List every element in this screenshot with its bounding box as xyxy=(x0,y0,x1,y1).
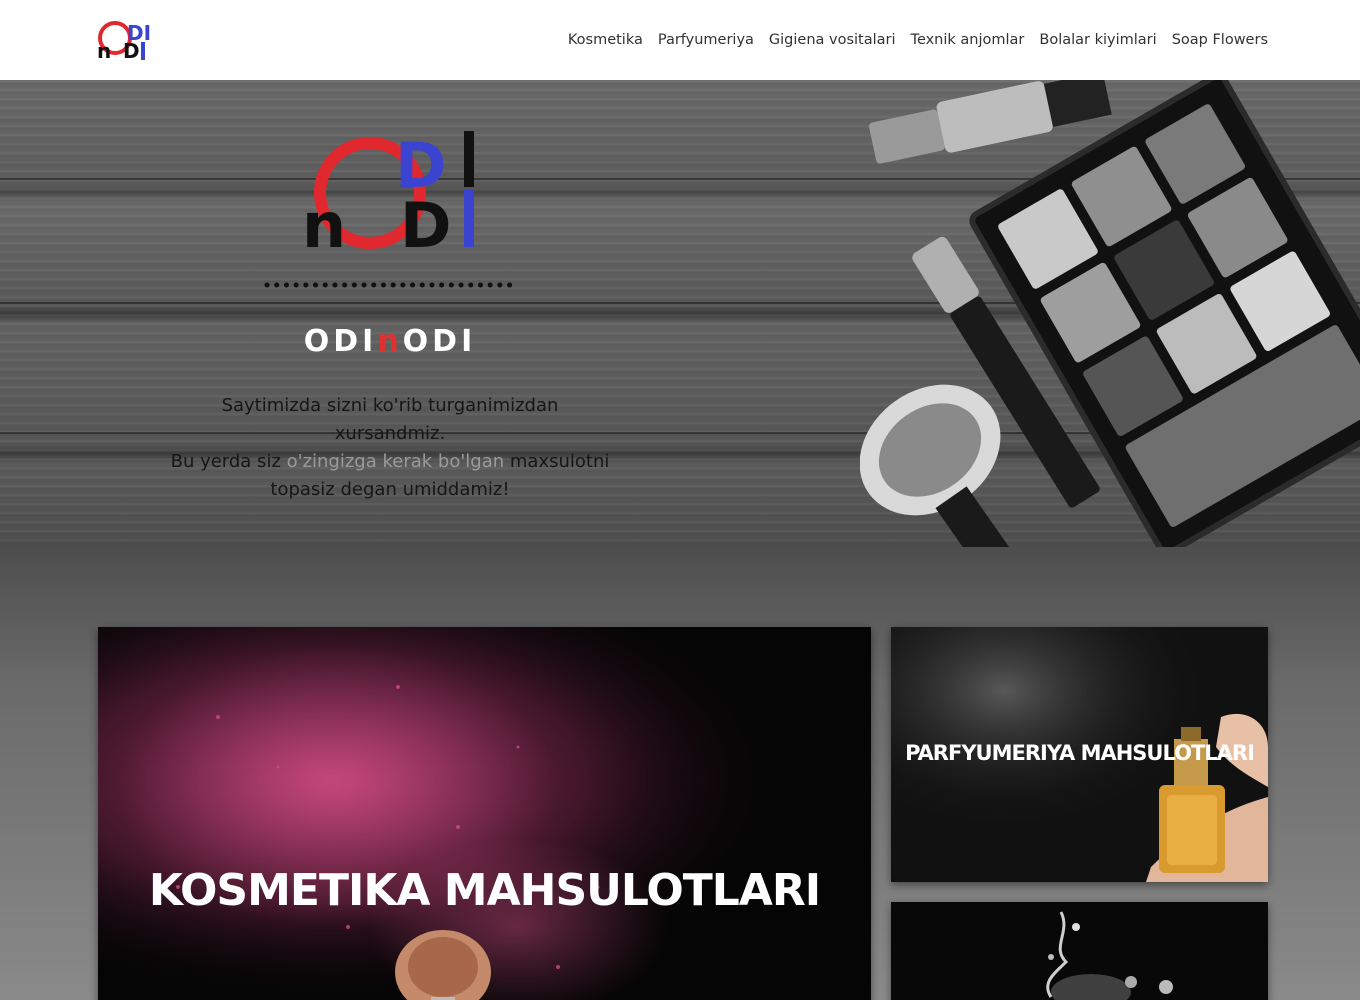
nav-item-soap-flowers[interactable]: Soap Flowers xyxy=(1172,32,1268,48)
nav-item-texnik[interactable]: Texnik anjomlar xyxy=(911,32,1025,48)
site-header: DI n D Kosmetika Parfyumeriya Gigiena vo… xyxy=(0,0,1360,80)
category-card-parfyumeriya[interactable]: PARFYUMERIYA MAHSULOTLARI xyxy=(891,627,1268,882)
category-section: KOSMETIKA MAHSULOTLARI PARFYUMERIYA MAHS… xyxy=(0,547,1360,1000)
hero-title: ODInODI xyxy=(303,324,477,359)
makeup-brush-powder-icon xyxy=(98,627,871,1000)
svg-text:D: D xyxy=(400,189,451,250)
svg-text:D: D xyxy=(123,39,140,60)
card-label-kosmetika: KOSMETIKA MAHSULOTLARI xyxy=(148,865,821,916)
svg-text:n: n xyxy=(97,39,111,60)
nav-item-kosmetika[interactable]: Kosmetika xyxy=(568,32,643,48)
card-label-parfyumeriya: PARFYUMERIYA MAHSULOTLARI xyxy=(905,741,1255,765)
nav-item-gigiena[interactable]: Gigiena vositalari xyxy=(769,32,896,48)
main-nav: Kosmetika Parfyumeriya Gigiena vositalar… xyxy=(568,0,1268,80)
water-splash-icon xyxy=(1046,911,1173,1000)
makeup-decoration-icon xyxy=(860,80,1360,547)
nav-item-parfyumeriya[interactable]: Parfyumeriya xyxy=(658,32,754,48)
hero-banner: D n D ODInODI Saytimizda sizni ko'rib tu… xyxy=(0,80,1360,547)
category-card-kosmetika[interactable]: KOSMETIKA MAHSULOTLARI xyxy=(98,627,871,1000)
hero-welcome-text: Saytimizda sizni ko'rib turganimizdan xu… xyxy=(170,395,610,500)
hero-brand-logo-icon: D n D xyxy=(302,129,474,250)
svg-text:n: n xyxy=(302,189,346,250)
category-card-gigiena[interactable] xyxy=(891,902,1268,1000)
brand-logo-icon: DI n D xyxy=(97,21,151,60)
nav-item-bolalar[interactable]: Bolalar kiyimlari xyxy=(1039,32,1156,48)
dotted-divider xyxy=(264,282,518,288)
